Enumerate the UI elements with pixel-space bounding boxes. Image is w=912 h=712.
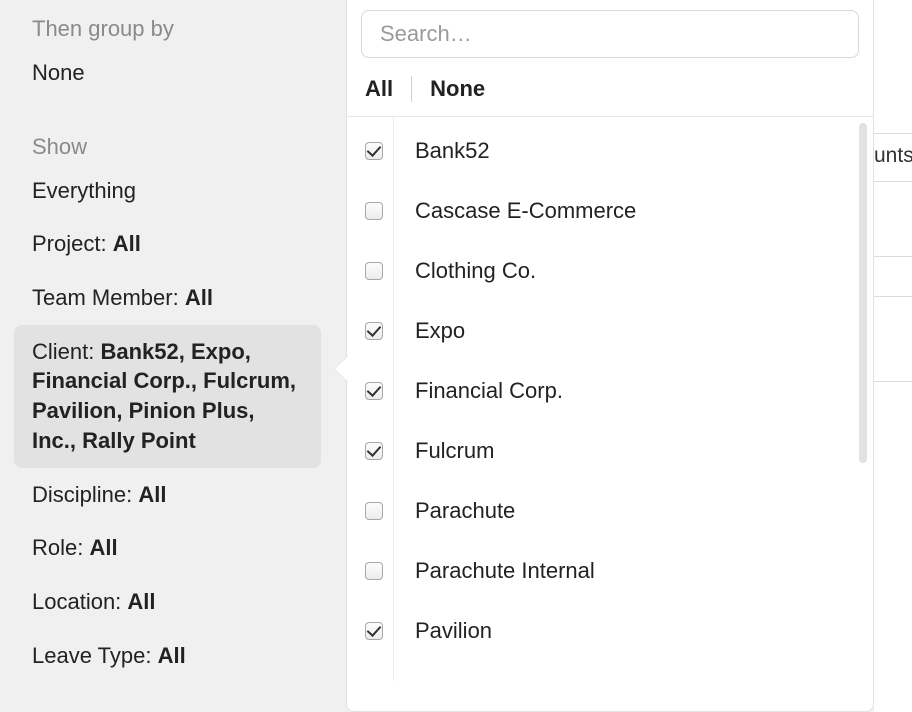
option-row[interactable]: Pavilion [347, 601, 873, 661]
options-scroll: Bank52 Cascase E-Commerce Clothing Co. Expo… [347, 117, 873, 681]
filter-label: Discipline: [32, 482, 138, 507]
option-label: Parachute [401, 498, 515, 524]
options-list: Bank52 Cascase E-Commerce Clothing Co. Expo… [347, 117, 873, 681]
option-row[interactable]: Bank52 [347, 121, 873, 181]
option-label: Bank52 [401, 138, 490, 164]
option-label: Parachute Internal [401, 558, 595, 584]
option-label: Financial Corp. [401, 378, 563, 404]
option-row[interactable]: Parachute [347, 481, 873, 541]
filter-value: All [185, 285, 213, 310]
filter-row[interactable]: Role: All [0, 521, 335, 575]
dropdown-pointer-icon [335, 355, 349, 383]
option-checkbox[interactable] [365, 142, 383, 160]
bg-divider [874, 381, 912, 382]
filter-row[interactable]: Location: All [0, 575, 335, 629]
bg-divider [874, 296, 912, 297]
option-checkbox[interactable] [365, 442, 383, 460]
option-row[interactable]: Financial Corp. [347, 361, 873, 421]
options-vertical-divider [393, 117, 394, 681]
group-by-value-text: None [32, 60, 85, 85]
filter-label: Location: [32, 589, 127, 614]
scrollbar-thumb[interactable] [859, 123, 867, 463]
filter-value: All [127, 589, 155, 614]
filter-row[interactable]: Everything [0, 164, 335, 218]
option-checkbox[interactable] [365, 502, 383, 520]
filter-label: Client: [32, 339, 100, 364]
option-label: Expo [401, 318, 465, 344]
sidebar: Then group by None Show Everything Projec… [0, 0, 335, 712]
option-checkbox[interactable] [365, 562, 383, 580]
option-row[interactable]: Clothing Co. [347, 241, 873, 301]
filter-row[interactable]: Project: All [0, 217, 335, 271]
option-row[interactable]: Expo [347, 301, 873, 361]
option-row[interactable]: Parachute Internal [347, 541, 873, 601]
option-row[interactable]: Cascase E-Commerce [347, 181, 873, 241]
filter-label: Everything [32, 178, 136, 203]
option-checkbox[interactable] [365, 322, 383, 340]
bg-divider [874, 181, 912, 182]
option-label: Clothing Co. [401, 258, 536, 284]
option-row[interactable]: Pinion Plus, Inc. [347, 661, 873, 681]
option-checkbox[interactable] [365, 262, 383, 280]
bg-divider [874, 256, 912, 257]
option-row[interactable]: Fulcrum [347, 421, 873, 481]
filter-value: All [89, 535, 117, 560]
bg-text-fragment: unts [874, 144, 912, 168]
select-all-button[interactable]: All [365, 76, 393, 102]
filter-label: Team Member: [32, 285, 185, 310]
select-actions: All None [347, 66, 873, 117]
filter-value: All [113, 231, 141, 256]
client-dropdown-panel: All None Bank52 Cascase E-Commerce Clothin… [346, 0, 874, 712]
filter-label: Leave Type: [32, 643, 158, 668]
background-panel [874, 0, 912, 712]
filter-label: Role: [32, 535, 89, 560]
search-input[interactable] [361, 10, 859, 58]
option-checkbox[interactable] [365, 202, 383, 220]
group-by-value[interactable]: None [0, 46, 335, 100]
option-label: Pinion Plus, Inc. [401, 678, 573, 681]
filter-value: All [158, 643, 186, 668]
option-label: Pavilion [401, 618, 492, 644]
action-divider [411, 76, 412, 102]
bg-divider [874, 133, 912, 134]
filter-row[interactable]: Client: Bank52, Expo, Financial Corp., F… [14, 325, 321, 468]
select-none-button[interactable]: None [430, 76, 485, 102]
option-checkbox[interactable] [365, 622, 383, 640]
show-section-label: Show [0, 128, 335, 164]
option-label: Fulcrum [401, 438, 494, 464]
search-wrap [347, 0, 873, 66]
group-by-section-label: Then group by [0, 10, 335, 46]
filter-row[interactable]: Discipline: All [0, 468, 335, 522]
filter-row[interactable]: Leave Type: All [0, 629, 335, 683]
filter-row[interactable]: Team Member: All [0, 271, 335, 325]
filter-label: Project: [32, 231, 113, 256]
option-label: Cascase E-Commerce [401, 198, 636, 224]
filter-value: All [138, 482, 166, 507]
option-checkbox[interactable] [365, 382, 383, 400]
